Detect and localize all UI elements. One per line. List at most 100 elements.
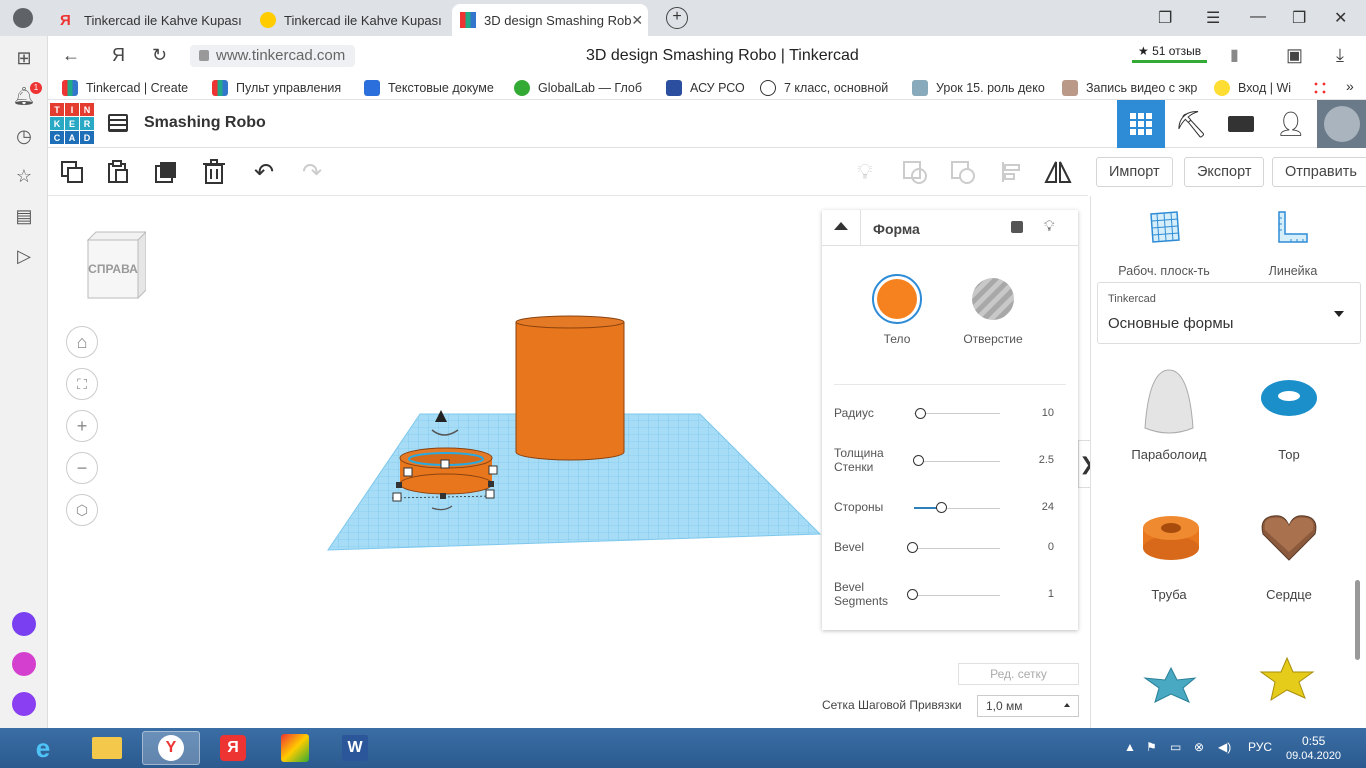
undo-icon[interactable]: ↶: [250, 158, 278, 186]
game-taskbar-app[interactable]: [266, 731, 324, 765]
extension-icon[interactable]: ▣: [1286, 45, 1303, 66]
url-field[interactable]: www.tinkercad.com: [190, 45, 356, 67]
bookmark-item[interactable]: Tinkercad | Create: [62, 80, 188, 96]
clock-date[interactable]: 09.04.2020: [1286, 750, 1341, 762]
new-tab-button[interactable]: +: [666, 7, 688, 29]
lightbulb-icon[interactable]: 💡︎: [851, 158, 879, 186]
tab-2[interactable]: Tinkercad ile Kahve Kupası: [252, 4, 448, 36]
avatar[interactable]: [1317, 100, 1366, 148]
export-button[interactable]: Экспорт: [1184, 157, 1265, 187]
grid-apps-icon[interactable]: ⊞: [12, 46, 36, 70]
explorer-taskbar-app[interactable]: [78, 731, 136, 765]
copy-icon[interactable]: [58, 158, 86, 186]
bevel-segments-slider-track[interactable]: [914, 595, 1000, 596]
download-icon[interactable]: ⤓: [1336, 45, 1344, 66]
redo-icon[interactable]: ↷: [298, 158, 326, 186]
collections-icon[interactable]: ▤: [12, 204, 36, 228]
collapse-inspector-icon[interactable]: [834, 222, 848, 230]
yandex-browser-taskbar-app[interactable]: Y: [142, 731, 200, 765]
radius-slider-knob[interactable]: [915, 408, 926, 419]
restore-icon[interactable]: ❐: [1292, 8, 1306, 28]
wall-thickness-slider-knob[interactable]: [913, 455, 924, 466]
play-icon[interactable]: ▷: [12, 244, 36, 268]
shape-tube[interactable]: Труба: [1109, 502, 1229, 606]
3d-view-button[interactable]: [1117, 100, 1165, 148]
alice-icon[interactable]: [12, 612, 36, 636]
star-icon[interactable]: ☆: [12, 164, 36, 188]
bricks-view-button[interactable]: [1217, 100, 1265, 148]
shape-star-yellow[interactable]: [1229, 642, 1349, 722]
close-tab-icon[interactable]: ✕: [631, 12, 643, 29]
mirror-icon[interactable]: [1044, 158, 1072, 186]
bookmark-item[interactable]: Вход | Wi: [1214, 80, 1291, 96]
shape-paraboloid[interactable]: Параболоид: [1109, 362, 1229, 466]
shape-library-select[interactable]: Tinkercad Основные формы: [1097, 282, 1361, 344]
sides-slider-knob[interactable]: [936, 502, 947, 513]
tray-arrow-icon[interactable]: ▲: [1124, 740, 1136, 754]
bookmark-item[interactable]: Пульт управления: [212, 80, 341, 96]
bevel-slider-knob[interactable]: [907, 542, 918, 553]
more-bookmarks-icon[interactable]: »: [1346, 78, 1354, 94]
ruler-tool[interactable]: Линейка: [1253, 208, 1333, 278]
bevel-segments-slider-knob[interactable]: [907, 589, 918, 600]
prop-value[interactable]: 10: [1042, 407, 1054, 419]
bookmark-item[interactable]: GlobalLab — Глоб: [514, 80, 642, 96]
history-icon[interactable]: ◷: [12, 124, 36, 148]
import-button[interactable]: Импорт: [1096, 157, 1173, 187]
bookmark-item[interactable]: Запись видео с экр: [1062, 80, 1197, 96]
menu-icon[interactable]: ☰: [1206, 8, 1220, 28]
duplicate-icon[interactable]: [152, 158, 180, 186]
solid-swatch[interactable]: [872, 274, 922, 324]
ie-taskbar-app[interactable]: e: [14, 731, 72, 765]
paste-icon[interactable]: [104, 158, 132, 186]
wall-thickness-slider-track[interactable]: [914, 461, 1000, 462]
apps-icon[interactable]: [1312, 80, 1328, 96]
cylinder-shape[interactable]: [515, 315, 625, 461]
prop-value[interactable]: 2.5: [1039, 454, 1054, 466]
clock-time[interactable]: 0:55: [1302, 734, 1325, 748]
add-user-button[interactable]: 👤︎: [1267, 100, 1315, 148]
bookmark-item[interactable]: Урок 15. роль деко: [912, 80, 1045, 96]
flag-icon[interactable]: ⚑: [1146, 740, 1157, 754]
reviews-badge[interactable]: ★ 51 отзыв: [1132, 42, 1208, 63]
workplane-tool[interactable]: Рабоч. плоск-ть: [1111, 208, 1217, 278]
bookmark-item[interactable]: Текстовые докуме: [364, 80, 494, 96]
align-icon[interactable]: [998, 158, 1026, 186]
close-window-icon[interactable]: ✕: [1334, 8, 1347, 28]
shape-torus[interactable]: Тор: [1229, 362, 1349, 466]
edit-grid-button[interactable]: Ред. сетку: [958, 663, 1079, 685]
radius-slider-track[interactable]: [914, 413, 1000, 414]
prop-value[interactable]: 24: [1042, 501, 1054, 513]
prop-value[interactable]: 1: [1048, 588, 1054, 600]
bookmark-item[interactable]: АСУ РСО: [666, 80, 745, 96]
tinkercad-logo[interactable]: T I N K E R C A D: [50, 103, 94, 145]
tab-list-icon[interactable]: ❐: [1158, 8, 1172, 28]
shape-heart[interactable]: Сердце: [1229, 502, 1349, 606]
minimize-icon[interactable]: —: [1250, 8, 1266, 26]
trash-icon[interactable]: [200, 158, 228, 186]
messenger-icon[interactable]: [12, 652, 36, 676]
network-icon[interactable]: ⊗: [1194, 740, 1204, 754]
language-indicator[interactable]: РУС: [1248, 740, 1272, 754]
lightbulb-icon[interactable]: 💡︎: [1044, 218, 1055, 235]
blocks-view-button[interactable]: ⛏: [1167, 100, 1215, 148]
yandex-taskbar-app[interactable]: Я: [204, 731, 262, 765]
tab-1[interactable]: Я Tinkercad ile Kahve Kupası: [52, 4, 248, 36]
assistant-icon[interactable]: [12, 692, 36, 716]
ungroup-icon[interactable]: [949, 158, 977, 186]
volume-icon[interactable]: ◀): [1218, 740, 1231, 754]
design-list-icon[interactable]: [108, 114, 128, 132]
group-icon[interactable]: [901, 158, 929, 186]
bookmark-item[interactable]: 7 класс, основной: [760, 80, 888, 96]
shape-star-teal[interactable]: [1109, 642, 1229, 722]
send-button[interactable]: Отправить: [1272, 157, 1366, 187]
prop-value[interactable]: 0: [1048, 541, 1054, 553]
tab-3[interactable]: 3D design Smashing Rob ✕: [452, 4, 648, 36]
panel-scrollbar[interactable]: [1355, 580, 1360, 660]
reload-icon[interactable]: ↻: [152, 45, 167, 66]
lock-icon[interactable]: [1011, 221, 1023, 233]
design-name[interactable]: Smashing Robo: [144, 114, 266, 132]
battery-icon[interactable]: ▭: [1170, 740, 1181, 754]
bevel-slider-track[interactable]: [914, 548, 1000, 549]
profile-icon[interactable]: [13, 8, 33, 28]
